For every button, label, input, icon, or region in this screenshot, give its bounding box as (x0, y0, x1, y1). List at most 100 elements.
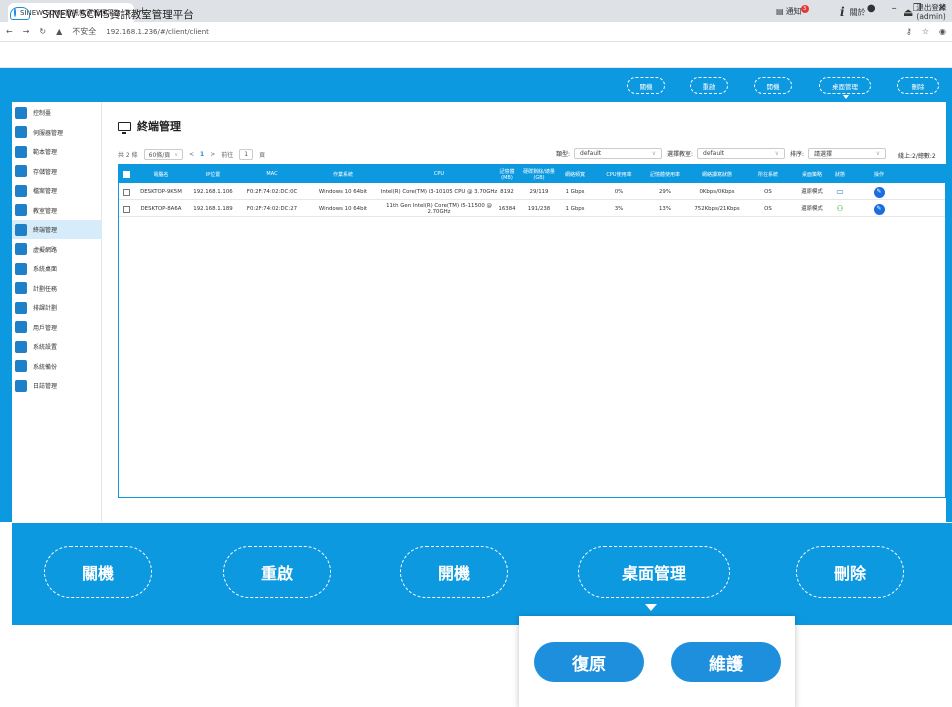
popup-caret-icon (645, 604, 657, 611)
restore-button[interactable]: 復原 (534, 642, 644, 682)
cell-disk: 191/238 (527, 206, 551, 212)
sidebar-item[interactable]: 終端管理 (12, 220, 102, 239)
sidebar-item[interactable]: 存儲管理 (12, 162, 102, 181)
sort-filter: 排序: 請選擇 ∨ (790, 148, 887, 159)
zoom-desktop-mgmt-button[interactable]: 桌面管理 (578, 546, 730, 598)
sidebar-item-label: 範本管理 (33, 149, 58, 156)
sidebar-item[interactable]: 教室管理 (12, 201, 102, 220)
checkbox-box (122, 170, 130, 178)
sidebar-item[interactable]: 虛擬網路 (12, 240, 102, 259)
sidebar-item-label: 終端管理 (33, 227, 58, 234)
zoom-restart-button[interactable]: 重啟 (223, 546, 331, 598)
logout-button[interactable]: ⏏ 退出登錄 (admin) (903, 3, 946, 21)
page-number[interactable]: 1 (200, 151, 204, 158)
classroom-icon (15, 204, 27, 216)
sidebar-item-label: 虛擬網路 (33, 246, 58, 254)
cell-mem: 8192 (500, 189, 514, 195)
key-icon[interactable]: ⚷ (906, 27, 912, 36)
delete-button[interactable]: 刪除 (897, 77, 939, 94)
shutdown-button[interactable]: 關機 (627, 77, 665, 94)
pagination: 共 2 條 60條/頁 ∨ < 1 > 前往 1 頁 (118, 149, 265, 160)
sidebar-item[interactable]: 計劃任務 (12, 279, 102, 298)
dashboard-icon (15, 106, 27, 119)
type-select[interactable]: default ∨ (574, 148, 663, 159)
sidebar-item[interactable]: 用戶管理 (12, 318, 102, 337)
zoom-shutdown-button[interactable]: 關機 (44, 546, 152, 598)
next-page-icon[interactable]: > (210, 151, 215, 158)
edit-action-icon[interactable]: ✎ (873, 186, 885, 198)
column-header: 網絡頻寬 (564, 171, 585, 178)
back-icon[interactable]: ← (6, 27, 13, 36)
monitor-status-icon: ▭ (836, 187, 844, 196)
file-icon (15, 184, 27, 197)
info-icon: i (840, 5, 845, 19)
sidebar-item[interactable]: 控制臺 (12, 103, 102, 122)
sort-select[interactable]: 請選擇 ∨ (808, 148, 887, 159)
checkbox-box (122, 188, 130, 196)
cell-mem: 16384 (498, 206, 516, 212)
poweron-button[interactable]: 開機 (754, 77, 792, 94)
select-all-checkbox[interactable] (119, 165, 133, 183)
minimize-icon[interactable]: – (892, 3, 897, 14)
column-header: 電腦名 (153, 171, 169, 178)
reload-icon[interactable]: ↻ (39, 27, 46, 36)
sidebar-item[interactable]: 排課計劃 (12, 298, 102, 317)
cell-bw: 1 Gbps (565, 189, 585, 195)
row-checkbox[interactable] (119, 184, 133, 200)
classroom-select[interactable]: default ∨ (697, 148, 786, 159)
page-size-select[interactable]: 60條/頁 ∨ (143, 149, 183, 160)
zoomed-toolbar: 關機 重啟 開機 桌面管理 刪除 (12, 523, 952, 625)
column-header: 所在系統 (757, 171, 778, 178)
cell-sys: OS (764, 189, 772, 195)
desktop-mgmt-button[interactable]: 桌面管理 (819, 77, 871, 94)
table-row[interactable]: DESKTOP-9K5M 192.168.1.106 F0:2F:74:02:DC:… (119, 184, 945, 200)
zoom-delete-button[interactable]: 刪除 (796, 546, 904, 598)
sidebar-item[interactable]: 日誌管理 (12, 376, 102, 395)
goto-input[interactable]: 1 (239, 149, 254, 160)
restart-button[interactable]: 重啟 (690, 77, 728, 94)
schedule-icon (15, 301, 27, 314)
goto-prefix: 前往 (221, 152, 234, 159)
chevron-down-icon: ∨ (774, 150, 780, 157)
url-field[interactable]: 192.168.1.236/#/client/client (106, 28, 209, 36)
column-header: 作業系統 (332, 171, 353, 178)
account-icon[interactable]: ◉ (939, 27, 946, 36)
row-checkbox[interactable] (119, 201, 133, 217)
sidebar-item-label: 伺服器管理 (33, 129, 64, 137)
column-header: 網絡讀寫狀態 (701, 171, 732, 178)
total-count: 共 2 條 (118, 152, 138, 159)
sidebar-item-label: 排課計劃 (33, 305, 58, 312)
cell-mem-use: 13% (659, 206, 671, 212)
sidebar-item[interactable]: 系統備份 (12, 357, 102, 376)
app-title: SINEW SCMS資訊教室管理平台 (42, 9, 194, 21)
task-icon (15, 282, 27, 294)
logout-label: 退出登錄 (916, 3, 947, 12)
sidebar-item-label: 教室管理 (33, 207, 58, 215)
cell-mac: F0:2F:74:02:DC:0C (246, 189, 298, 195)
cell-cpu-use: 0% (614, 189, 624, 195)
sidebar-item[interactable]: 伺服器管理 (12, 123, 102, 142)
desktop-mgmt-popup: 復原 維護 (519, 616, 795, 707)
zoom-poweron-button[interactable]: 開機 (400, 546, 508, 598)
row-action-cell: ✎ (864, 201, 894, 217)
cell-net: 0Kbps/0Kbps (699, 189, 735, 195)
forward-icon[interactable]: → (23, 27, 30, 36)
sidebar-item[interactable]: 系統桌面 (12, 259, 102, 278)
about-button[interactable]: i 關於 (840, 5, 866, 19)
sidebar-item[interactable]: 範本管理 (12, 142, 102, 161)
edit-action-icon[interactable]: ✎ (873, 203, 885, 215)
sidebar-item[interactable]: 系統設置 (12, 337, 102, 356)
profile-icon[interactable]: ● (867, 3, 876, 14)
prev-page-icon[interactable]: < (189, 151, 194, 158)
logout-icon: ⏏ (903, 5, 914, 19)
star-icon[interactable]: ☆ (922, 27, 929, 36)
notify-label: 通知 (785, 7, 802, 16)
chevron-down-icon: ∨ (174, 151, 178, 158)
sidebar-item-label: 檔案管理 (33, 188, 58, 195)
notify-button[interactable]: ▤ 通知 3 (776, 4, 809, 17)
sidebar-item[interactable]: 檔案管理 (12, 181, 102, 200)
maintain-button[interactable]: 維護 (671, 642, 781, 682)
sort-placeholder: 請選擇 (814, 151, 833, 158)
table-row[interactable]: DESKTOP-8A6A 192.168.1.189 F0:2F:74:02:DC:… (119, 201, 945, 217)
notify-badge: 3 (800, 4, 809, 13)
